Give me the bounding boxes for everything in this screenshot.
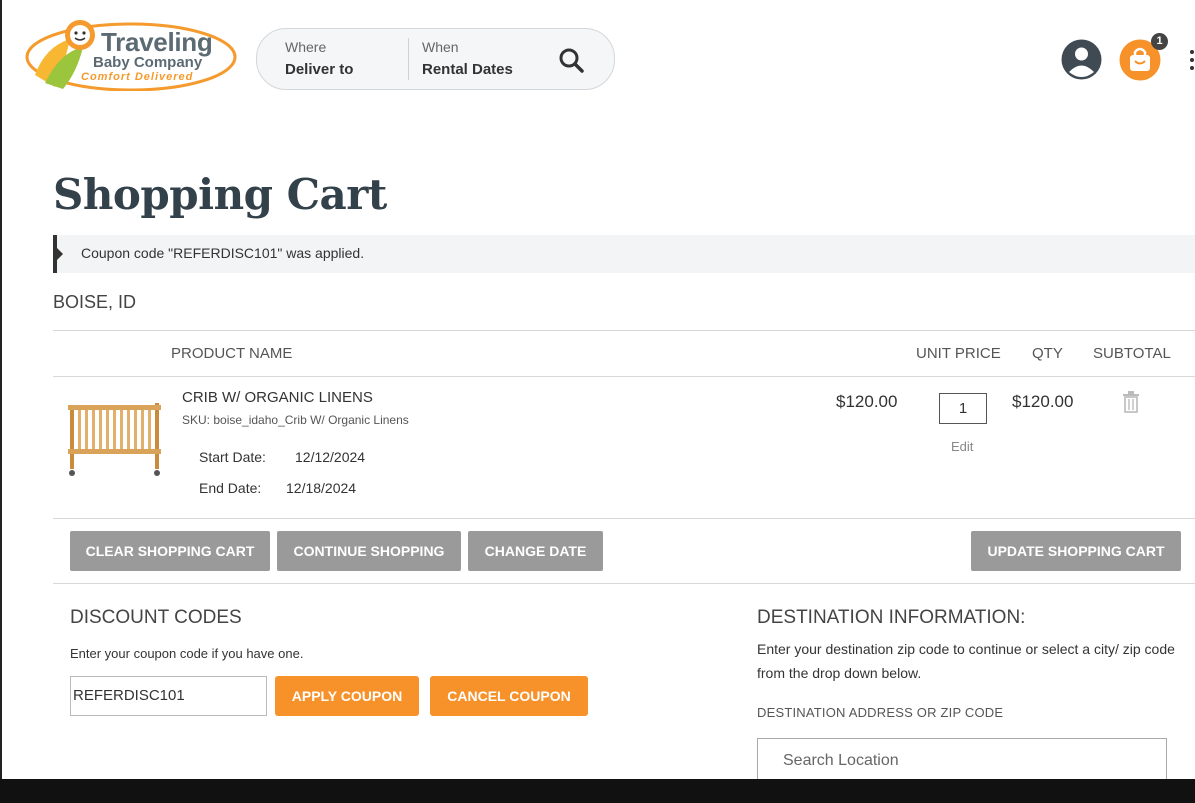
notice-arrow-icon (57, 248, 63, 260)
divider (53, 518, 1195, 519)
apply-coupon-button[interactable]: APPLY COUPON (275, 676, 419, 716)
divider (53, 330, 1195, 331)
kebab-menu-icon[interactable] (1186, 48, 1195, 72)
when-field[interactable]: When Rental Dates (422, 39, 513, 78)
where-label: Where (285, 39, 327, 55)
discount-title: DISCOUNT CODES (70, 607, 242, 628)
brand-logo[interactable]: Traveling Baby Company Comfort Delivered (25, 17, 237, 91)
cancel-coupon-button[interactable]: CANCEL COUPON (430, 676, 588, 716)
logo-line2: Baby Company (93, 54, 203, 71)
search-divider (408, 38, 409, 80)
cart-location: BOISE, ID (53, 292, 137, 312)
divider (53, 376, 1195, 377)
when-value: Rental Dates (422, 61, 513, 78)
product-sku: SKU: boise_idaho_Crib W/ Organic Linens (182, 413, 409, 427)
item-subtotal: $120.00 (1012, 392, 1074, 411)
destination-title: DESTINATION INFORMATION: (757, 607, 1026, 628)
search-location-input[interactable]: Search Location (757, 738, 1167, 784)
quantity-input[interactable]: 1 (939, 393, 987, 424)
when-label: When (422, 39, 459, 55)
start-date-value: 12/12/2024 (295, 449, 366, 465)
user-icon[interactable] (1061, 39, 1102, 80)
discount-hint: Enter your coupon code if you have one. (70, 646, 304, 661)
unit-price: $120.00 (836, 392, 898, 411)
col-unit-price: UNIT PRICE (916, 345, 1001, 362)
cart-count-badge: 1 (1151, 33, 1168, 50)
coupon-code-input[interactable]: REFERDISC101 (70, 676, 267, 716)
product-image-crib[interactable] (62, 393, 167, 483)
notice-message: Coupon code "REFERDISC101" was applied. (81, 245, 365, 261)
coupon-notice: Coupon code "REFERDISC101" was applied. (53, 235, 1195, 273)
update-cart-button[interactable]: UPDATE SHOPPING CART (971, 531, 1181, 571)
change-date-button[interactable]: CHANGE DATE (468, 531, 603, 571)
end-date-value: 12/18/2024 (286, 480, 357, 496)
search-bar[interactable]: Where Deliver to When Rental Dates (256, 28, 615, 90)
trash-icon[interactable] (1121, 390, 1141, 414)
product-name[interactable]: CRIB W/ ORGANIC LINENS (182, 389, 373, 406)
page-title: Shopping Cart (53, 170, 387, 219)
edit-item-link[interactable]: Edit (951, 439, 973, 454)
continue-shopping-button[interactable]: CONTINUE SHOPPING (277, 531, 461, 571)
clear-cart-button[interactable]: CLEAR SHOPPING CART (70, 531, 270, 571)
bottom-bar (0, 779, 1195, 803)
destination-field-label: DESTINATION ADDRESS OR ZIP CODE (757, 705, 1004, 720)
start-date-label: Start Date: (199, 449, 266, 465)
col-product-name: PRODUCT NAME (171, 345, 293, 362)
window-edge (0, 0, 2, 780)
end-date-label: End Date: (199, 480, 262, 496)
col-qty: QTY (1032, 345, 1063, 362)
where-value: Deliver to (285, 61, 354, 78)
search-icon[interactable] (557, 46, 585, 74)
where-field[interactable]: Where Deliver to (285, 39, 353, 78)
destination-description: Enter your destination zip code to conti… (757, 641, 1175, 681)
divider (53, 583, 1195, 584)
col-subtotal: SUBTOTAL (1093, 345, 1171, 362)
logo-tagline: Comfort Delivered (81, 71, 194, 83)
